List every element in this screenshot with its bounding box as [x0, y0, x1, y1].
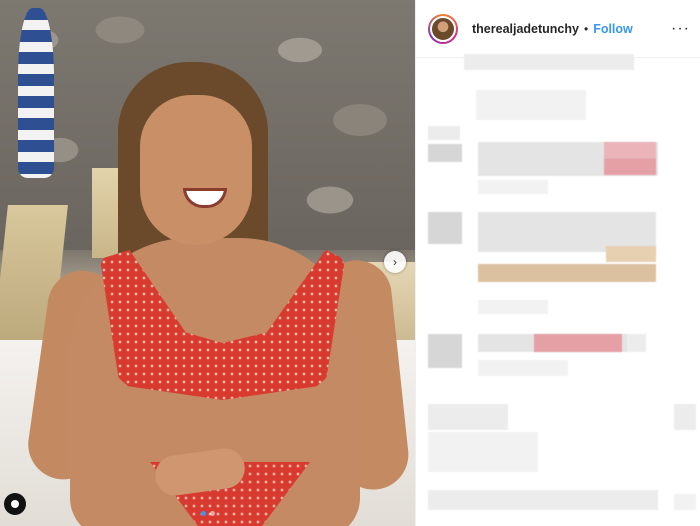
blurred-text	[478, 180, 548, 194]
chevron-right-icon: ›	[393, 255, 397, 269]
user-tag-icon[interactable]	[4, 493, 26, 515]
username-link[interactable]: therealjadetunchy	[472, 22, 579, 36]
avatar[interactable]	[428, 13, 458, 44]
separator: •	[583, 21, 589, 36]
carousel-dots	[0, 511, 415, 516]
post-sidebar: therealjadetunchy • Follow ···	[415, 0, 700, 526]
blurred-text	[604, 158, 656, 175]
blurred-text	[604, 142, 656, 158]
more-options-icon[interactable]: ···	[671, 20, 690, 38]
blurred-text	[674, 494, 696, 510]
blurred-text	[428, 126, 460, 140]
next-image-button[interactable]: ›	[384, 251, 406, 273]
blurred-text	[478, 300, 548, 314]
blurred-text	[428, 490, 658, 510]
blurred-text	[464, 54, 634, 70]
carousel-dot	[200, 511, 206, 516]
blurred-avatar	[428, 144, 462, 162]
face	[140, 95, 252, 245]
blurred-text	[428, 432, 538, 472]
post-photo[interactable]: ›	[0, 0, 415, 526]
blurred-text	[674, 404, 696, 430]
blurred-text	[628, 334, 646, 352]
blurred-avatar	[428, 212, 462, 244]
blurred-text	[606, 246, 656, 262]
carousel-dot	[209, 511, 215, 516]
blurred-text	[428, 404, 508, 430]
blurred-text	[476, 90, 586, 120]
blurred-text	[478, 264, 656, 282]
blurred-text	[478, 360, 568, 376]
blurred-avatar	[428, 334, 462, 368]
blurred-text	[534, 334, 622, 352]
beach-umbrella	[18, 8, 54, 178]
post-header: therealjadetunchy • Follow ···	[416, 0, 700, 58]
follow-button[interactable]: Follow	[593, 22, 633, 36]
